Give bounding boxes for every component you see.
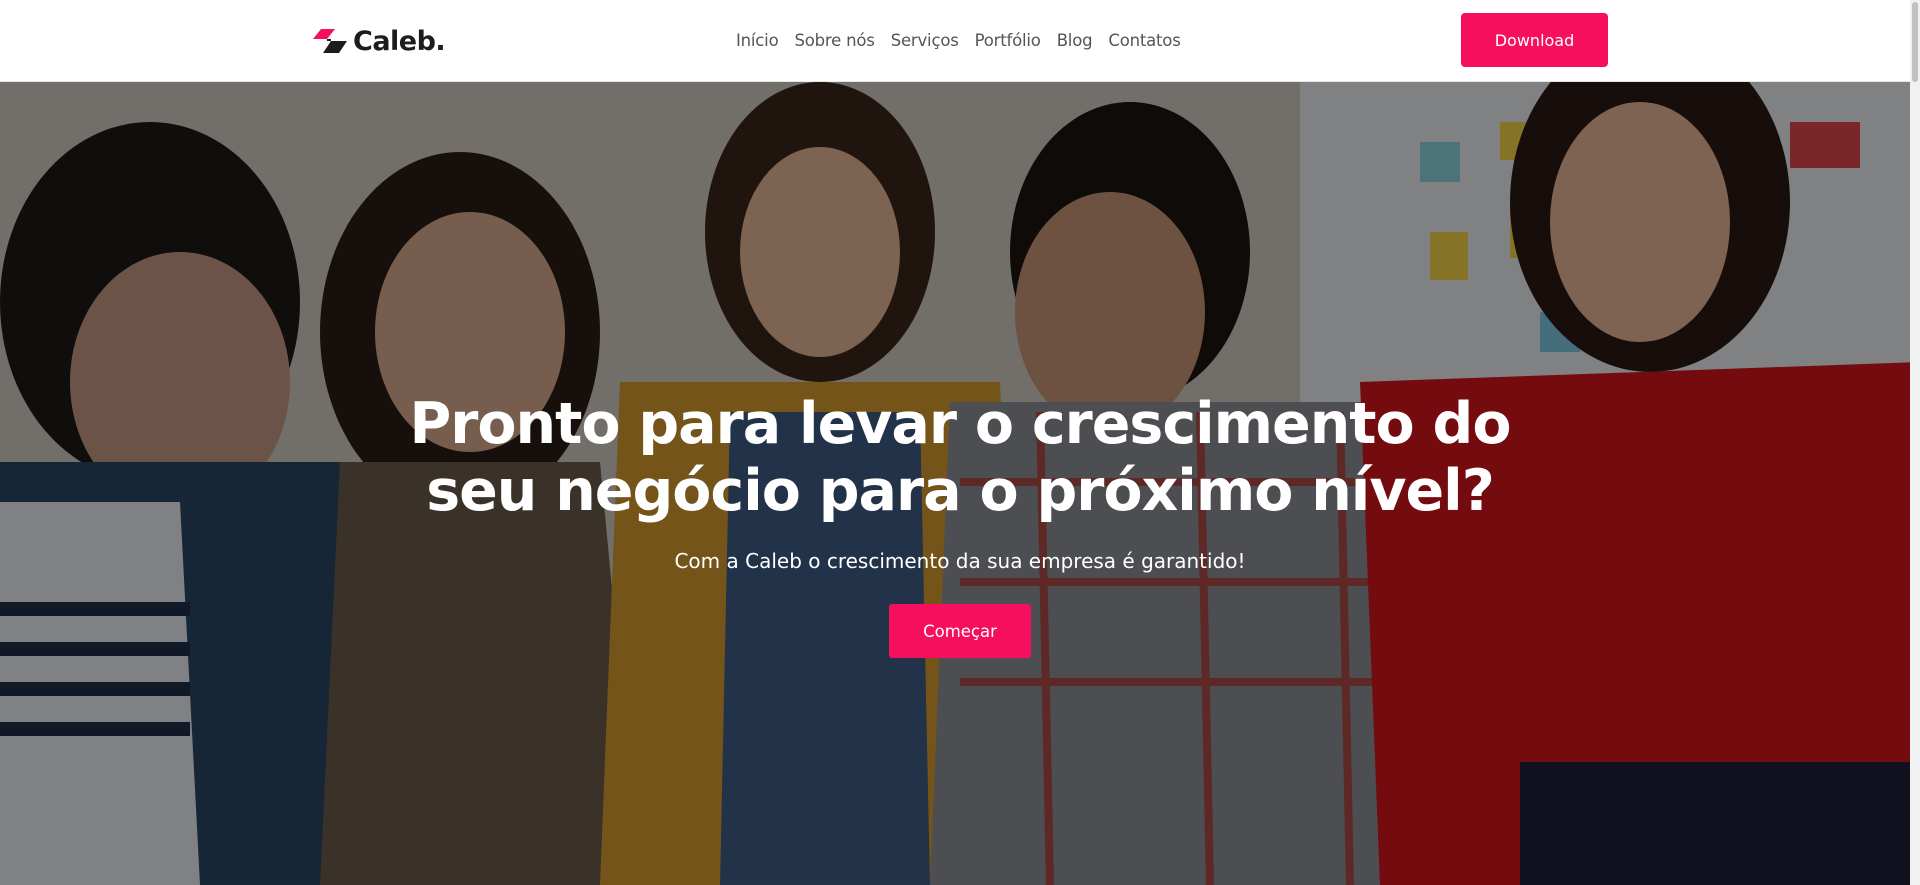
hero-section: Pronto para levar o crescimento do seu n…	[0, 82, 1920, 885]
page-scrollbar[interactable]	[1910, 0, 1920, 885]
logo-mark-icon	[313, 29, 347, 53]
hero-title: Pronto para levar o crescimento do seu n…	[0, 391, 1920, 525]
nav-link-blog[interactable]: Blog	[1057, 31, 1093, 50]
logo[interactable]: Caleb.	[313, 25, 446, 57]
main-nav: Início Sobre nós Serviços Portfólio Blog…	[736, 28, 1181, 52]
logo-text: Caleb.	[353, 25, 446, 57]
hero-title-line-1: Pronto para levar o crescimento do	[409, 391, 1512, 457]
nav-link-contatos[interactable]: Contatos	[1108, 31, 1180, 50]
nav-link-sobre-nos[interactable]: Sobre nós	[794, 31, 874, 50]
site-header: Caleb. Início Sobre nós Serviços Portfól…	[0, 0, 1920, 82]
download-button[interactable]: Download	[1461, 13, 1608, 67]
start-button[interactable]: Começar	[889, 604, 1031, 658]
nav-link-portfolio[interactable]: Portfólio	[975, 31, 1041, 50]
nav-link-servicos[interactable]: Serviços	[891, 31, 959, 50]
nav-link-inicio[interactable]: Início	[736, 31, 779, 50]
hero-subtitle: Com a Caleb o crescimento da sua empresa…	[674, 549, 1246, 573]
scrollbar-thumb[interactable]	[1912, 2, 1918, 82]
hero-title-line-2: seu negócio para o próximo nível?	[426, 458, 1495, 524]
